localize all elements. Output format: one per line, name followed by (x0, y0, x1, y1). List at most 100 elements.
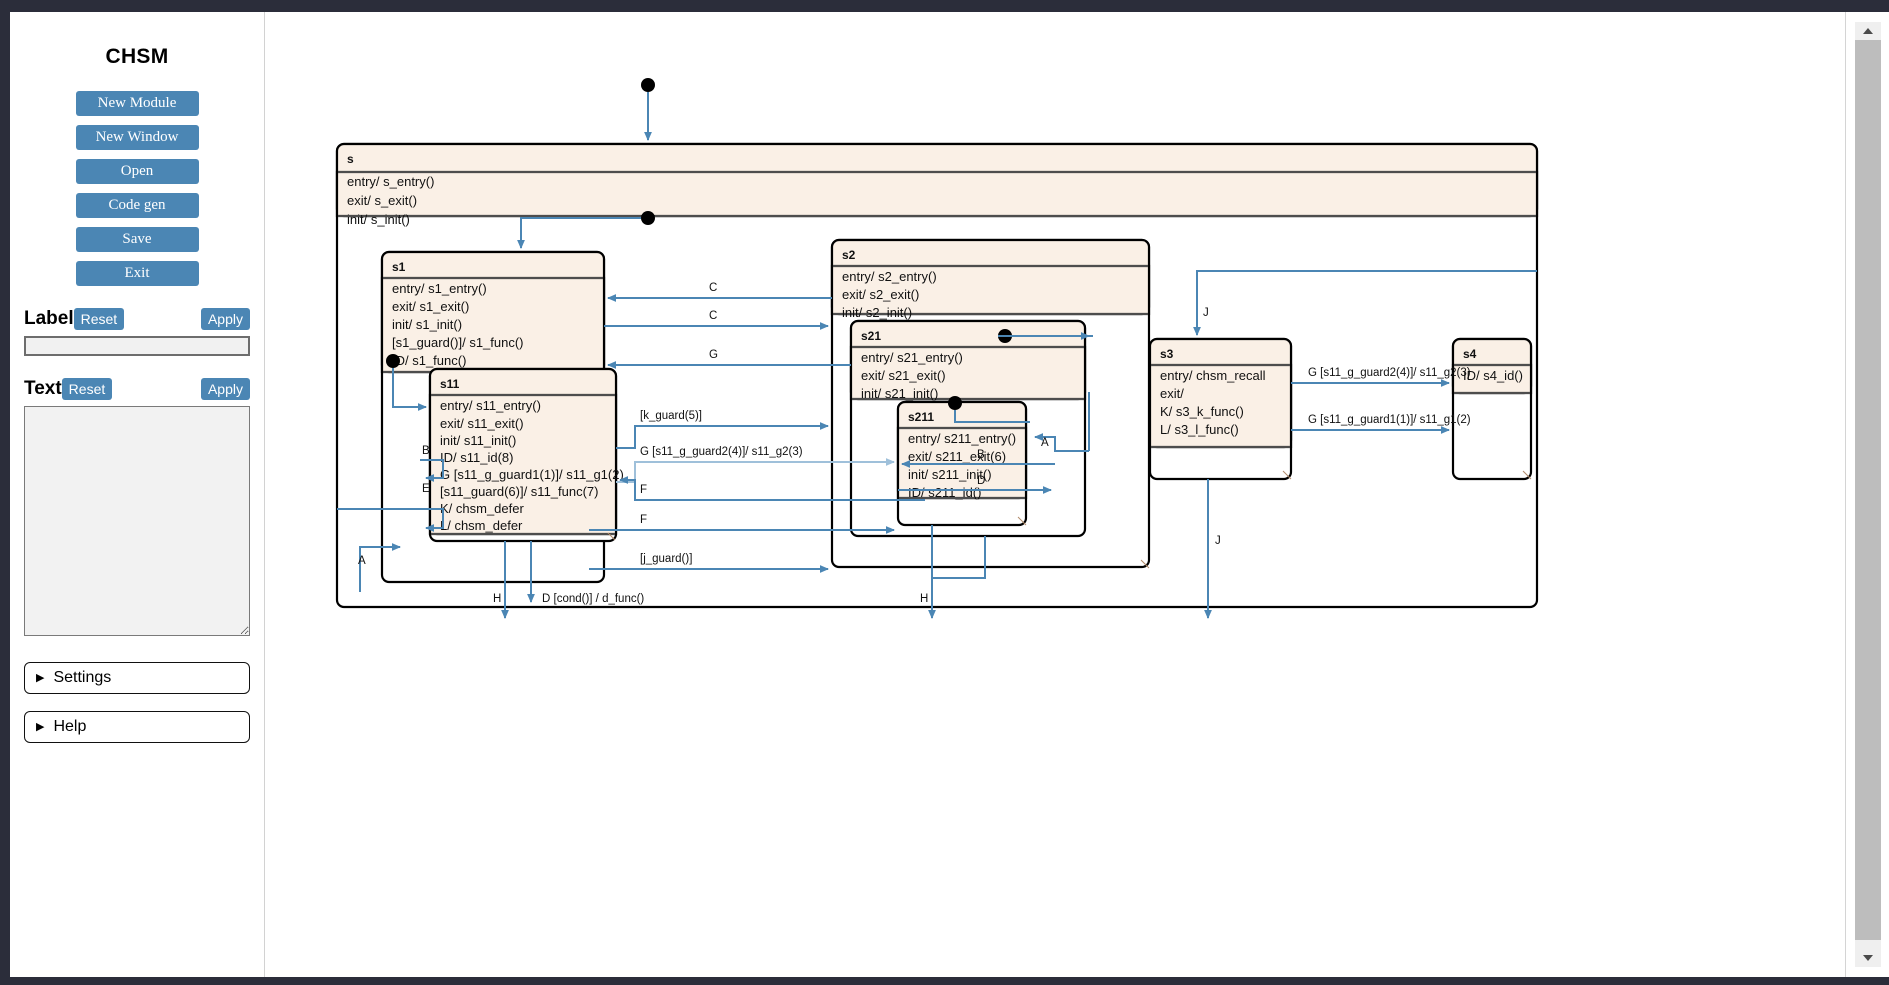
state-line: exit/ s211_exit(6) (908, 449, 1006, 464)
state-line: L/ chsm_defer (440, 518, 523, 533)
state-line: init/ s2_init() (842, 305, 912, 320)
transition-label: F (640, 514, 647, 526)
transition-label: D (977, 475, 985, 487)
state-line: init/ s_init() (347, 212, 410, 227)
transition-label: [j_guard()] (640, 553, 692, 565)
application-window: CHSM New Module New Window Open Code gen… (0, 0, 1889, 985)
state-line: exit/ (1160, 386, 1184, 401)
state-line: ID/ s1_func() (392, 353, 466, 368)
app-title: CHSM (105, 45, 169, 68)
state-line: ID/ s4_id() (1463, 368, 1523, 383)
state-line: exit/ s21_exit() (861, 368, 946, 383)
state-line: [s11_guard(6)]/ s11_func(7) (440, 484, 599, 499)
state-line: entry/ s_entry() (347, 174, 434, 189)
text-apply-button[interactable]: Apply (200, 378, 250, 400)
state-line: entry/ chsm_recall (1160, 368, 1266, 383)
transition-label: B (977, 449, 985, 461)
label-apply-button[interactable]: Apply (200, 308, 250, 330)
sidebar-item-settings[interactable]: ▶ Settings (24, 662, 250, 694)
state-s11[interactable]: s11 entry/ s11_entry() exit/ s11_exit() … (428, 367, 624, 543)
label-field-title: Label (24, 308, 74, 329)
state-title: s1 (392, 260, 406, 274)
scroll-down-arrow-icon[interactable] (1855, 949, 1881, 967)
label-field-header: Label Reset Apply (24, 308, 250, 330)
transition-label: A (358, 555, 366, 567)
transition-label: G [s11_g_guard2(4)]/ s11_g2(3) (640, 446, 803, 458)
scroll-up-arrow-icon[interactable] (1855, 22, 1881, 40)
state-title: s21 (861, 329, 881, 343)
label-field-block: Label Reset Apply (24, 308, 250, 356)
state-line: K/ s3_k_func() (1160, 404, 1244, 419)
window-left-edge (0, 12, 10, 985)
state-title: s3 (1160, 347, 1174, 361)
state-line: entry/ s2_entry() (842, 269, 937, 284)
state-title: s211 (908, 410, 934, 424)
transition-label: F (640, 484, 647, 496)
sidebar: CHSM New Module New Window Open Code gen… (10, 12, 265, 977)
state-line: ID/ s211_id() (908, 485, 981, 500)
transition-label: H (493, 593, 501, 605)
state-line: L/ s3_l_func() (1160, 422, 1239, 437)
diagram-canvas[interactable]: s entry/ s_entry() exit/ s_exit() init/ … (265, 12, 1845, 977)
state-line: K/ chsm_defer (440, 501, 524, 516)
state-line: entry/ s21_entry() (861, 350, 963, 365)
transition-label: J (1215, 535, 1221, 547)
transition-label: J (1203, 307, 1209, 319)
state-line: init/ s11_init() (440, 433, 516, 448)
state-line: G [s11_g_guard1(1)]/ s11_g1(2) (440, 467, 624, 482)
exit-button[interactable]: Exit (75, 261, 199, 286)
state-line: exit/ s1_exit() (392, 299, 469, 314)
transition-label: D [cond()] / d_func() (542, 593, 644, 605)
window-titlebar (0, 0, 1889, 12)
sidebar-item-help[interactable]: ▶ Help (24, 711, 250, 743)
vertical-scrollbar[interactable] (1845, 12, 1889, 977)
label-input[interactable] (24, 336, 250, 356)
transition-label: G (709, 349, 718, 361)
settings-label: Settings (53, 669, 112, 686)
transition-label: C (709, 282, 717, 294)
text-field-title: Text (24, 378, 62, 399)
state-line: entry/ s1_entry() (392, 281, 487, 296)
code-gen-button[interactable]: Code gen (75, 193, 199, 218)
state-line: init/ s21_init() (861, 386, 938, 401)
transition-label: A (1041, 437, 1049, 449)
state-s4[interactable]: s4 ID/ s4_id() (1451, 337, 1533, 481)
transition-label: C (709, 310, 717, 322)
state-title: s (347, 152, 354, 166)
transition-label: G [s11_g_guard2(4)]/ s11_g2(3) (1308, 367, 1471, 379)
text-reset-button[interactable]: Reset (61, 378, 113, 400)
state-title: s11 (440, 377, 460, 391)
transition-label: H (920, 593, 928, 605)
text-textarea[interactable] (24, 406, 250, 636)
save-button[interactable]: Save (75, 227, 199, 252)
label-reset-button[interactable]: Reset (73, 308, 125, 330)
window-bottom-edge (0, 977, 1889, 985)
statechart-diagram[interactable]: s entry/ s_entry() exit/ s_exit() init/ … (265, 12, 1845, 977)
state-line: [s1_guard()]/ s1_func() (392, 335, 524, 350)
state-title: s4 (1463, 347, 1477, 361)
new-window-button[interactable]: New Window (75, 125, 199, 150)
state-title: s2 (842, 248, 856, 262)
state-line: exit/ s_exit() (347, 193, 417, 208)
state-s3[interactable]: s3 entry/ chsm_recall exit/ K/ s3_k_func… (1148, 337, 1293, 481)
state-line: ID/ s11_id(8) (440, 450, 513, 465)
sidebar-button-stack: New Module New Window Open Code gen Save… (10, 91, 264, 286)
state-line: init/ s1_init() (392, 317, 462, 332)
text-field-header: Text Reset Apply (24, 378, 250, 400)
state-line: exit/ s2_exit() (842, 287, 919, 302)
state-line: entry/ s211_entry() (908, 431, 1016, 446)
scrollbar-thumb[interactable] (1855, 40, 1881, 940)
transition-label: [k_guard(5)] (640, 410, 702, 422)
transition-label: G [s11_g_guard1(1)]/ s11_g1(2) (1308, 414, 1471, 426)
transition-label: E (422, 483, 430, 495)
state-line: exit/ s11_exit() (440, 416, 524, 431)
transition-label: B (422, 445, 430, 457)
open-button[interactable]: Open (75, 159, 199, 184)
help-label: Help (53, 718, 87, 735)
initial-marker-s (641, 78, 655, 141)
new-module-button[interactable]: New Module (75, 91, 199, 116)
chevron-right-icon: ▶ (36, 720, 45, 733)
state-line: entry/ s11_entry() (440, 398, 541, 413)
text-field-block: Text Reset Apply (24, 378, 250, 636)
chevron-right-icon: ▶ (36, 671, 45, 684)
